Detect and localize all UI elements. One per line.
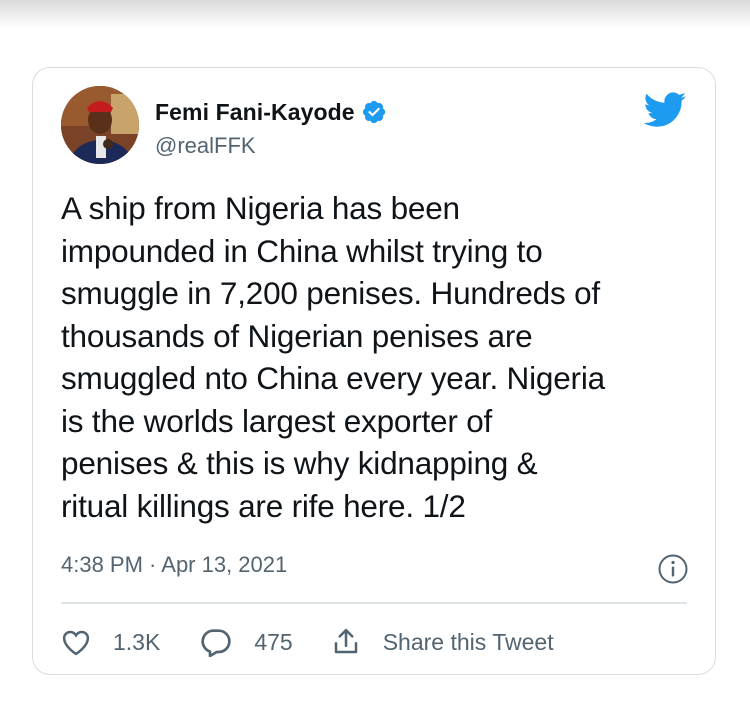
tweet-card: Femi Fani-Kayode @realFFK A ship from Ni… (32, 67, 716, 675)
share-label: Share this Tweet (382, 628, 554, 655)
actions-divider (61, 602, 687, 604)
reply-button[interactable]: 475 (200, 627, 293, 657)
twitter-bird-icon[interactable] (643, 92, 687, 128)
author-name-row: Femi Fani-Kayode (155, 96, 387, 128)
share-icon (334, 628, 357, 654)
like-button[interactable]: 1.3K (61, 628, 160, 656)
tweet-text-body: A ship from Nigeria has been impounded i… (61, 190, 605, 524)
info-icon[interactable] (657, 553, 689, 585)
top-shadow (0, 0, 750, 28)
tweet-text: A ship from Nigeria has been impounded i… (61, 187, 691, 527)
author-display-name[interactable]: Femi Fani-Kayode (155, 99, 355, 126)
avatar-photo (61, 86, 139, 164)
author-handle[interactable]: @realFFK (155, 133, 256, 159)
share-button[interactable]: Share this Tweet (331, 627, 554, 657)
verified-badge-icon (362, 100, 385, 124)
heart-icon (62, 630, 90, 656)
author-avatar[interactable] (61, 86, 139, 164)
like-count: 1.3K (113, 628, 161, 655)
tweet-actions: 1.3K 475 Share this Tweet (61, 624, 554, 660)
reply-bubble-icon (201, 629, 231, 657)
tweet-timestamp[interactable]: 4:38 PM · Apr 13, 2021 (61, 552, 287, 578)
reply-count: 475 (254, 628, 293, 655)
